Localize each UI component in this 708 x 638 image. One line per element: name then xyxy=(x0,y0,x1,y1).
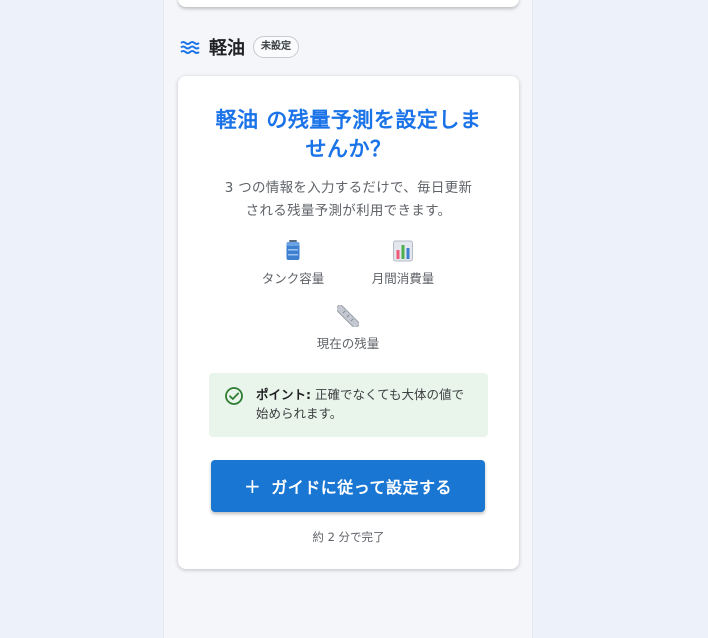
start-guide-label: ガイドに従って設定する xyxy=(271,478,452,497)
card-desc-line1: 3 つの情報を入力するだけで、毎日更新 xyxy=(224,180,473,196)
card-title-line2: せんか？ xyxy=(305,137,392,161)
card-description: 3 つの情報を入力するだけで、毎日更新 される残量予測が利用できます。 xyxy=(202,177,495,223)
feature-label: タンク容量 xyxy=(261,271,325,286)
section-title: 軽油 xyxy=(209,38,245,59)
bar-chart-icon xyxy=(393,240,413,262)
ruler-icon xyxy=(337,305,359,327)
feature-current-level: 現在の残量 xyxy=(293,305,403,352)
feature-label: 月間消費量 xyxy=(371,271,435,286)
feature-label: 現在の残量 xyxy=(316,336,380,351)
tip-box: ポイント: 正確でなくても大体の値で始められます。 xyxy=(209,373,488,437)
start-guide-button[interactable]: + ガイドに従って設定する xyxy=(211,460,485,512)
section-header: 軽油 未設定 xyxy=(180,35,299,59)
card-title: 軽油 の残量予測を設定しま せんか？ xyxy=(198,106,499,164)
previous-card xyxy=(178,0,519,7)
tip-label: ポイント: xyxy=(256,387,311,402)
check-circle-icon xyxy=(225,387,243,405)
tank-icon xyxy=(286,240,300,260)
card-desc-line2: される残量予測が利用できます。 xyxy=(245,203,452,219)
time-estimate: 約 2 分で完了 xyxy=(312,530,385,544)
card-title-line1: 軽油 の残量予測を設定しま xyxy=(215,108,482,132)
waves-icon xyxy=(180,41,200,54)
plus-icon: + xyxy=(244,474,262,498)
status-badge: 未設定 xyxy=(253,36,299,58)
feature-tank-capacity: タンク容量 xyxy=(238,240,348,287)
tip-text: ポイント: 正確でなくても大体の値で始められます。 xyxy=(256,385,476,423)
setup-card: 軽油 の残量予測を設定しま せんか？ 3 つの情報を入力するだけで、毎日更新 さ… xyxy=(178,76,519,569)
feature-monthly-usage: 月間消費量 xyxy=(348,240,458,287)
